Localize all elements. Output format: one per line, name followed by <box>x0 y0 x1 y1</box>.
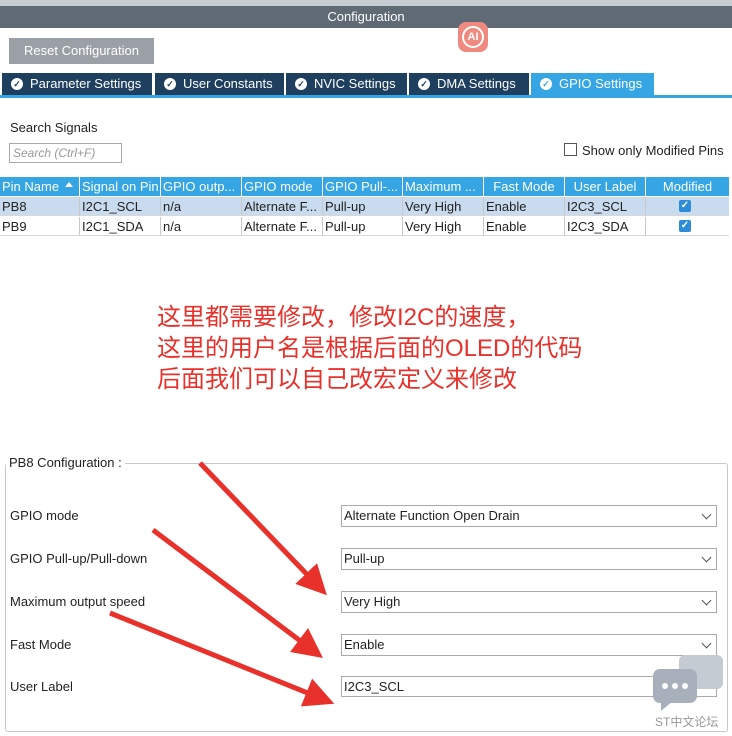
chevron-down-icon <box>701 552 712 563</box>
tab-nvic-settings[interactable]: ✓ NVIC Settings <box>286 73 407 95</box>
column-header-pin-name[interactable]: Pin Name <box>0 177 80 196</box>
chevron-down-icon <box>701 509 712 520</box>
table-row-pb8[interactable]: PB8 I2C1_SCL n/a Alternate F... Pull-up … <box>0 197 729 216</box>
chevron-down-icon <box>701 595 712 606</box>
cell-max-speed: Very High <box>403 217 484 236</box>
cell-max-speed: Very High <box>403 197 484 216</box>
cell-signal: I2C1_SCL <box>80 197 161 216</box>
check-circle-icon: ✓ <box>540 78 552 90</box>
max-speed-select[interactable]: Very High <box>341 591 717 613</box>
cell-modified: ✓ <box>646 217 729 236</box>
cell-signal: I2C1_SDA <box>80 217 161 236</box>
cell-fast-mode: Enable <box>484 197 565 216</box>
pin-configuration-title: PB8 Configuration : <box>6 455 125 470</box>
check-circle-icon: ✓ <box>11 78 23 90</box>
cell-user-label: I2C3_SDA <box>565 217 646 236</box>
tab-label: DMA Settings <box>437 76 516 91</box>
cell-gpio-output: n/a <box>161 217 242 236</box>
column-header-gpio-mode[interactable]: GPIO mode <box>242 177 323 196</box>
column-header-modified[interactable]: Modified <box>646 177 729 196</box>
fast-mode-select[interactable]: Enable <box>341 634 717 656</box>
cell-fast-mode: Enable <box>484 217 565 236</box>
table-row-pb9[interactable]: PB9 I2C1_SDA n/a Alternate F... Pull-up … <box>0 217 729 236</box>
column-header-fast-mode[interactable]: Fast Mode <box>484 177 565 196</box>
search-input[interactable] <box>9 143 122 163</box>
gpio-mode-select[interactable]: Alternate Function Open Drain <box>341 505 717 527</box>
cell-user-label: I2C3_SCL <box>565 197 646 216</box>
annotation-line: 后面我们可以自己改宏定义来修改 <box>157 366 517 393</box>
watermark-text: ST中文论坛 <box>655 715 719 729</box>
gpio-pull-value: Pull-up <box>344 551 385 566</box>
gpio-pull-select[interactable]: Pull-up <box>341 548 717 570</box>
column-header-max-speed[interactable]: Maximum ... <box>403 177 484 196</box>
tab-gpio-settings[interactable]: ✓ GPIO Settings <box>531 73 654 95</box>
gpio-mode-label: GPIO mode <box>10 508 79 523</box>
max-speed-value: Very High <box>344 594 401 609</box>
tab-parameter-settings[interactable]: ✓ Parameter Settings <box>2 73 152 95</box>
check-circle-icon: ✓ <box>164 78 176 90</box>
search-signals-label: Search Signals <box>10 120 98 135</box>
show-modified-pins-checkbox[interactable]: Show only Modified Pins <box>564 143 724 158</box>
tab-label: NVIC Settings <box>314 76 396 91</box>
user-label-label: User Label <box>10 679 73 694</box>
chevron-down-icon <box>701 638 712 649</box>
fast-mode-label: Fast Mode <box>10 637 72 652</box>
cell-gpio-mode: Alternate F... <box>242 197 323 216</box>
show-modified-label: Show only Modified Pins <box>582 143 724 158</box>
tab-label: Parameter Settings <box>30 76 142 91</box>
sort-ascending-icon <box>65 182 73 187</box>
ai-label: AI <box>462 26 484 48</box>
tab-label: User Constants <box>183 76 273 91</box>
fast-mode-value: Enable <box>344 637 385 652</box>
cell-pin-name: PB8 <box>0 197 80 216</box>
gpio-pull-label: GPIO Pull-up/Pull-down <box>10 551 148 566</box>
cell-gpio-output: n/a <box>161 197 242 216</box>
window-title: Configuration <box>0 6 732 28</box>
settings-tabs: ✓ Parameter Settings ✓ User Constants ✓ NVI… <box>0 73 732 98</box>
cell-gpio-pull: Pull-up <box>323 197 403 216</box>
checkbox-box[interactable] <box>564 143 577 156</box>
modified-checkbox-icon: ✓ <box>679 200 691 212</box>
ai-assistant-icon[interactable]: AI <box>458 22 488 52</box>
max-speed-label: Maximum output speed <box>10 594 146 609</box>
annotation-note: 这里都需要修改，修改I2C的速度， 这里的用户名是根据后面的OLED的代码 后面… <box>157 302 582 395</box>
tab-dma-settings[interactable]: ✓ DMA Settings <box>409 73 529 95</box>
gpio-mode-value: Alternate Function Open Drain <box>344 508 520 523</box>
tab-label: GPIO Settings <box>559 76 643 91</box>
cell-gpio-mode: Alternate F... <box>242 217 323 236</box>
cell-gpio-pull: Pull-up <box>323 217 403 236</box>
reset-configuration-button[interactable]: Reset Configuration <box>9 38 154 64</box>
column-header-gpio-output[interactable]: GPIO outp... <box>161 177 242 196</box>
annotation-line: 这里都需要修改，修改I2C的速度， <box>157 304 531 331</box>
modified-checkbox-icon: ✓ <box>679 220 691 232</box>
column-header-user-label[interactable]: User Label <box>565 177 646 196</box>
column-header-gpio-pull[interactable]: GPIO Pull-... <box>323 177 403 196</box>
cell-modified: ✓ <box>646 197 729 216</box>
check-circle-icon: ✓ <box>295 78 307 90</box>
cell-pin-name: PB9 <box>0 217 80 236</box>
check-circle-icon: ✓ <box>418 78 430 90</box>
tab-user-constants[interactable]: ✓ User Constants <box>155 73 284 95</box>
annotation-line: 这里的用户名是根据后面的OLED的代码 <box>157 335 583 362</box>
column-header-signal[interactable]: Signal on Pin <box>80 177 161 196</box>
